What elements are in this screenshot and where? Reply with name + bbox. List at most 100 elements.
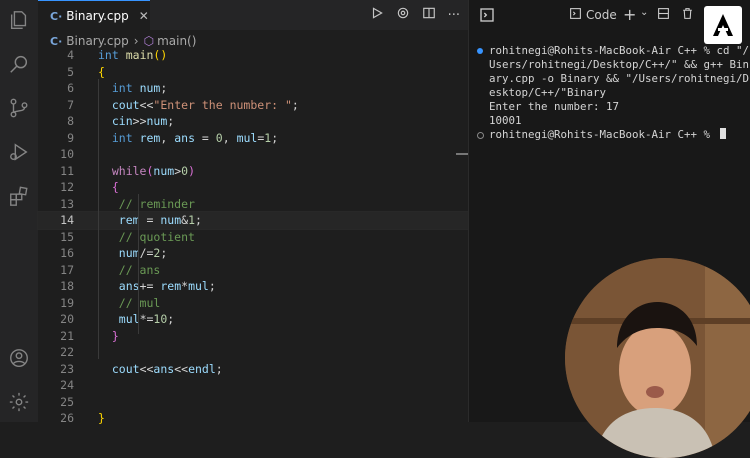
line-number: 14	[60, 213, 74, 227]
terminal-icon[interactable]	[479, 7, 495, 26]
account-icon[interactable]	[7, 346, 31, 370]
line-number: 20	[60, 312, 74, 326]
tab-label: Binary.cpp	[66, 9, 129, 23]
code-line[interactable]: 19 // mul	[38, 295, 468, 312]
files-icon[interactable]	[7, 8, 31, 32]
code-text: while(num>0)	[111, 163, 196, 178]
code-line[interactable]: 24	[38, 377, 468, 394]
code-line[interactable]: 15 // quotient	[38, 229, 468, 246]
editor-tab-bar: C· Binary.cpp ✕ ···	[38, 0, 468, 31]
line-number: 22	[60, 345, 74, 359]
chevron-down-icon[interactable]: ⌄	[640, 7, 648, 18]
terminal-line: ary.cpp -o Binary && "/Users/rohitnegi/D	[489, 72, 750, 85]
source-control-icon[interactable]	[7, 96, 31, 120]
terminal-code-label: Code	[586, 8, 617, 22]
code-line[interactable]: 25	[38, 394, 468, 411]
line-number: 7	[67, 97, 74, 112]
line-number: 21	[60, 328, 74, 343]
code-text: {	[98, 64, 105, 79]
breadcrumb-symbol[interactable]: main()	[157, 34, 196, 48]
code-line[interactable]: 26}	[38, 410, 468, 427]
line-number: 18	[60, 279, 74, 293]
search-icon[interactable]	[7, 52, 31, 76]
webcam-overlay	[565, 258, 750, 458]
more-icon[interactable]: ···	[448, 8, 460, 23]
code-line[interactable]: 20 mul*=10;	[38, 311, 468, 328]
line-number: 23	[60, 361, 74, 376]
settings-gear-icon[interactable]	[7, 390, 31, 414]
code-text: rem = num&1;	[118, 213, 202, 227]
code-text: cout<<ans<<endl;	[111, 361, 223, 376]
run-icon[interactable]	[370, 6, 384, 24]
cpp-file-icon: C·	[50, 9, 63, 23]
code-line[interactable]: 8 cin>>num;	[38, 113, 468, 130]
code-text: cin>>num;	[111, 114, 175, 128]
extensions-icon[interactable]	[7, 184, 31, 208]
code-line[interactable]: 17 // ans	[38, 262, 468, 279]
terminal-line: 10001	[489, 114, 522, 127]
cpp-file-icon: C·	[50, 34, 63, 48]
line-number: 4	[67, 48, 74, 62]
code-line[interactable]: 9 int rem, ans = 0, mul=1;	[38, 130, 468, 147]
code-text: }	[111, 328, 119, 343]
line-number: 17	[60, 262, 74, 277]
code-text: int main()	[98, 48, 168, 62]
line-number: 15	[60, 229, 74, 244]
code-line[interactable]: 4 int main()	[38, 47, 468, 64]
line-number: 25	[60, 394, 74, 409]
code-line[interactable]: 21 }	[38, 328, 468, 345]
code-text: // quotient	[118, 229, 195, 244]
terminal-line: rohitnegi@Rohits-MacBook-Air C++ % cd "/	[477, 44, 749, 58]
code-text: num/=2;	[118, 246, 168, 260]
code-line[interactable]: 10	[38, 146, 468, 163]
line-number: 26	[60, 411, 74, 425]
line-number: 11	[60, 163, 74, 178]
code-line[interactable]: 13 // reminder	[38, 196, 468, 213]
chevron-right-icon: ›	[133, 34, 139, 48]
terminal-line: Users/rohitnegi/Desktop/C++/" && g++ Bin	[489, 58, 750, 71]
code-line[interactable]: 6 int num;	[38, 80, 468, 97]
line-number: 19	[60, 295, 74, 310]
code-line[interactable]: 22	[38, 344, 468, 361]
split-editor-icon[interactable]	[422, 6, 436, 24]
line-number: 8	[67, 114, 74, 128]
line-number: 13	[60, 196, 74, 211]
add-icon[interactable]: +	[623, 5, 636, 24]
code-text: // mul	[118, 295, 161, 310]
line-number: 16	[60, 246, 74, 260]
layout-icon[interactable]	[657, 7, 670, 23]
code-text: mul*=10;	[118, 312, 175, 326]
symbol-method-icon: ⬡	[143, 34, 155, 48]
editor-actions: ···	[370, 6, 460, 24]
code-text: }	[98, 411, 105, 425]
activity-bar	[0, 0, 39, 422]
breadcrumb-file[interactable]: Binary.cpp	[66, 34, 129, 48]
tab-binary-cpp[interactable]: C· Binary.cpp ✕	[38, 0, 150, 31]
code-line[interactable]: 12 {	[38, 179, 468, 196]
scrollbar[interactable]	[456, 153, 468, 155]
code-line[interactable]: 11 while(num>0)	[38, 163, 468, 180]
trash-icon[interactable]	[681, 7, 694, 23]
code-line[interactable]: 14 rem = num&1;	[37, 211, 469, 230]
terminal-select-button[interactable]: Code	[569, 7, 617, 23]
gear-icon[interactable]	[396, 6, 410, 24]
command-status-dot[interactable]	[477, 48, 483, 54]
code-text: // reminder	[118, 196, 195, 211]
code-line[interactable]: 23 cout<<ans<<endl;	[38, 361, 468, 378]
code-line[interactable]: 5{	[38, 64, 468, 81]
code-text: int num;	[111, 81, 168, 95]
code-line[interactable]: 7 cout<<"Enter the number: ";	[38, 97, 468, 114]
line-number: 6	[67, 81, 74, 95]
close-icon[interactable]: ✕	[139, 9, 149, 23]
code-line[interactable]: 16 num/=2;	[38, 245, 468, 262]
line-number: 24	[60, 378, 74, 392]
line-number: 12	[60, 180, 74, 194]
code-text: // ans	[118, 262, 161, 277]
run-debug-icon[interactable]	[7, 140, 31, 164]
terminal-line: rohitnegi@Rohits-MacBook-Air C++ %	[477, 128, 747, 142]
line-number: 9	[67, 130, 74, 145]
terminal-output[interactable]: rohitnegi@Rohits-MacBook-Air C++ % cd "/…	[477, 44, 750, 142]
command-status-dot[interactable]	[477, 132, 484, 139]
code-line[interactable]: 18 ans+= rem*mul;	[38, 278, 468, 295]
line-number: 10	[60, 147, 74, 161]
